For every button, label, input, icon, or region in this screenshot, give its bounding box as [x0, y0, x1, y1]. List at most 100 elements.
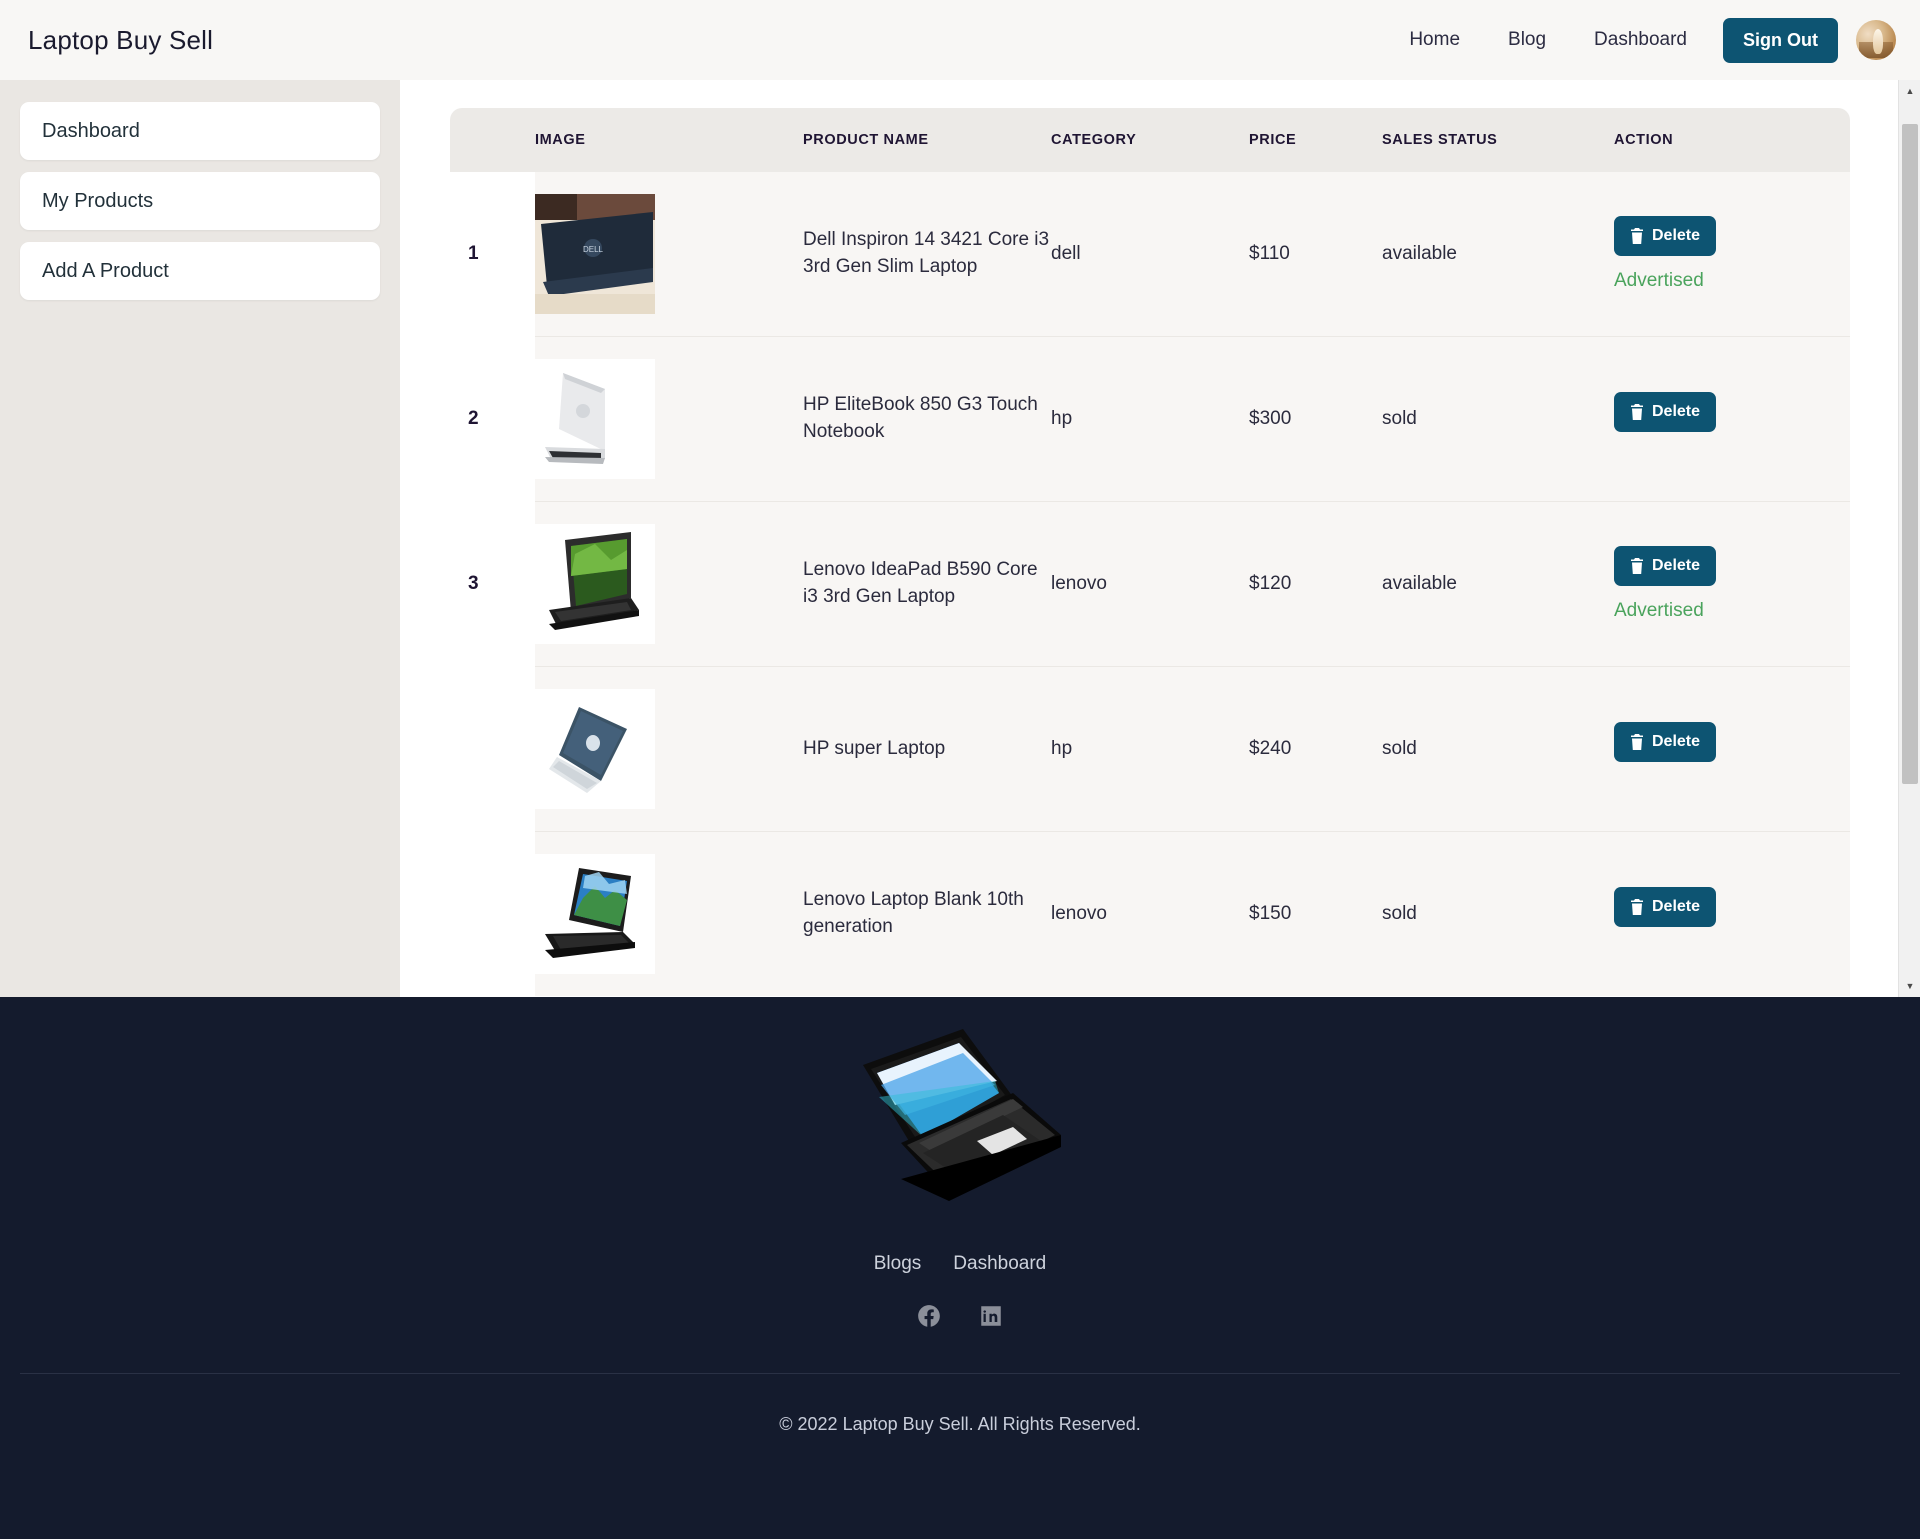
delete-button-label: Delete — [1652, 733, 1701, 750]
row-price: $240 — [1249, 666, 1382, 832]
row-action-cell: Delete Advertised — [1614, 501, 1850, 667]
table-body: 1 DELL Dell Inspiron 14 3421 Core i3 3rd… — [450, 172, 1850, 996]
row-image-cell: DELL — [535, 172, 803, 337]
delete-button[interactable]: Delete — [1614, 392, 1717, 432]
row-index: 2 — [450, 336, 535, 502]
trash-icon — [1631, 734, 1643, 750]
sidebar-item-label: My Products — [42, 189, 154, 212]
footer-socials — [916, 1303, 1004, 1329]
row-price: $110 — [1249, 243, 1290, 264]
copyright-text: © 2022 Laptop Buy Sell. All Rights Reser… — [779, 1414, 1141, 1434]
table-row: 1 DELL Dell Inspiron 14 3421 Core i3 3rd… — [450, 172, 1850, 337]
laptop-illustration — [863, 1029, 1061, 1201]
page-body: Dashboard My Products Add A Product IMAG… — [0, 80, 1920, 997]
column-header-action: ACTION — [1614, 132, 1674, 148]
sidebar-item-label: Add A Product — [42, 259, 169, 282]
delete-button[interactable]: Delete — [1614, 722, 1717, 762]
page-footer: Blogs Dashboard © 2022 Laptop Buy Sell. … — [0, 997, 1920, 1539]
row-price: $120 — [1249, 501, 1382, 667]
row-action-cell: Delete — [1614, 666, 1850, 832]
scroll-down-arrow-icon[interactable]: ▼ — [1899, 975, 1920, 997]
delete-button[interactable]: Delete — [1614, 546, 1717, 586]
row-image-cell — [535, 666, 803, 832]
products-table: IMAGE PRODUCT NAME CATEGORY PRICE SALES … — [450, 108, 1850, 996]
row-product-name: HP EliteBook 850 G3 Touch Notebook — [803, 336, 1051, 502]
brand-title: Laptop Buy Sell — [28, 24, 214, 55]
footer-link-blogs[interactable]: Blogs — [874, 1253, 922, 1275]
row-sales-status: available — [1382, 243, 1457, 264]
table-row: Lenovo Laptop Blank 10th generation leno… — [450, 831, 1850, 996]
row-index — [450, 666, 535, 832]
row-sales-status: sold — [1382, 336, 1614, 502]
table-header-row: IMAGE PRODUCT NAME CATEGORY PRICE SALES … — [450, 108, 1850, 172]
linkedin-icon[interactable] — [978, 1303, 1004, 1329]
delete-button-label: Delete — [1652, 227, 1701, 244]
table-row: 2 HP EliteBook 850 G3 Touch Notebook hp … — [450, 336, 1850, 502]
row-sales-status: sold — [1382, 666, 1614, 832]
advertised-badge: Advertised — [1614, 600, 1704, 621]
row-action-cell: Delete — [1614, 336, 1850, 502]
advertised-badge: Advertised — [1614, 270, 1704, 291]
footer-links: Blogs Dashboard — [874, 1253, 1046, 1275]
dell-inspiron-thumbnail: DELL — [535, 194, 655, 314]
row-image-cell — [535, 501, 803, 667]
delete-button-label: Delete — [1652, 557, 1701, 574]
hp-super-thumbnail — [535, 689, 655, 809]
row-index: 3 — [450, 501, 535, 667]
footer-link-dashboard[interactable]: Dashboard — [953, 1253, 1046, 1275]
sidebar-item-dashboard[interactable]: Dashboard — [20, 102, 380, 160]
row-product-name: Lenovo IdeaPad B590 Core i3 3rd Gen Lapt… — [803, 501, 1051, 667]
column-header-image: IMAGE — [535, 132, 586, 148]
column-header-index — [450, 108, 535, 172]
row-index — [450, 831, 535, 996]
nav-link-home[interactable]: Home — [1385, 19, 1484, 61]
footer-divider — [20, 1373, 1900, 1374]
sidebar: Dashboard My Products Add A Product — [0, 80, 400, 997]
row-category: lenovo — [1051, 501, 1249, 667]
row-action-cell: Delete Advertised — [1614, 172, 1850, 337]
row-product-name: Dell Inspiron 14 3421 Core i3 3rd Gen Sl… — [803, 229, 1050, 277]
trash-icon — [1631, 899, 1643, 915]
navbar-right-group: Home Blog Dashboard Sign Out — [1385, 17, 1896, 63]
scrollbar-thumb[interactable] — [1902, 124, 1918, 784]
sidebar-item-my-products[interactable]: My Products — [20, 172, 380, 230]
sidebar-item-label: Dashboard — [42, 119, 140, 142]
main-content: IMAGE PRODUCT NAME CATEGORY PRICE SALES … — [400, 80, 1920, 997]
delete-button[interactable]: Delete — [1614, 216, 1717, 256]
row-price: $300 — [1249, 336, 1382, 502]
delete-button-label: Delete — [1652, 403, 1701, 420]
delete-button-label: Delete — [1652, 898, 1701, 915]
products-table-wrapper: IMAGE PRODUCT NAME CATEGORY PRICE SALES … — [450, 108, 1850, 996]
row-product-name: Lenovo Laptop Blank 10th generation — [803, 831, 1051, 996]
table-row: HP super Laptop hp $240 sold Delete — [450, 666, 1850, 832]
row-index: 1 — [450, 172, 535, 337]
row-sales-status: sold — [1382, 831, 1614, 996]
nav-link-blog[interactable]: Blog — [1484, 19, 1570, 61]
row-product-name: HP super Laptop — [803, 666, 1051, 832]
top-navbar: Laptop Buy Sell Home Blog Dashboard Sign… — [0, 0, 1920, 80]
row-image-cell — [535, 336, 803, 502]
trash-icon — [1631, 404, 1643, 420]
sidebar-item-add-a-product[interactable]: Add A Product — [20, 242, 380, 300]
row-category: lenovo — [1051, 831, 1249, 996]
row-sales-status: available — [1382, 501, 1614, 667]
row-category: hp — [1051, 336, 1249, 502]
avatar[interactable] — [1856, 20, 1896, 60]
lenovo-ideapad-thumbnail — [535, 524, 655, 644]
lenovo-blank-thumbnail — [535, 854, 655, 974]
column-header-price: PRICE — [1249, 132, 1297, 148]
scroll-up-arrow-icon[interactable]: ▲ — [1899, 80, 1920, 102]
row-category: hp — [1051, 666, 1249, 832]
column-header-sales-status: SALES STATUS — [1382, 132, 1498, 148]
nav-link-dashboard[interactable]: Dashboard — [1570, 19, 1711, 61]
sign-out-button[interactable]: Sign Out — [1723, 17, 1838, 63]
table-header: IMAGE PRODUCT NAME CATEGORY PRICE SALES … — [450, 108, 1850, 172]
trash-icon — [1631, 228, 1643, 244]
vertical-scrollbar[interactable]: ▲ ▼ — [1898, 80, 1920, 997]
svg-text:DELL: DELL — [583, 245, 604, 254]
facebook-icon[interactable] — [916, 1303, 942, 1329]
delete-button[interactable]: Delete — [1614, 887, 1717, 927]
trash-icon — [1631, 558, 1643, 574]
row-category: dell — [1051, 243, 1081, 264]
row-image-cell — [535, 831, 803, 996]
